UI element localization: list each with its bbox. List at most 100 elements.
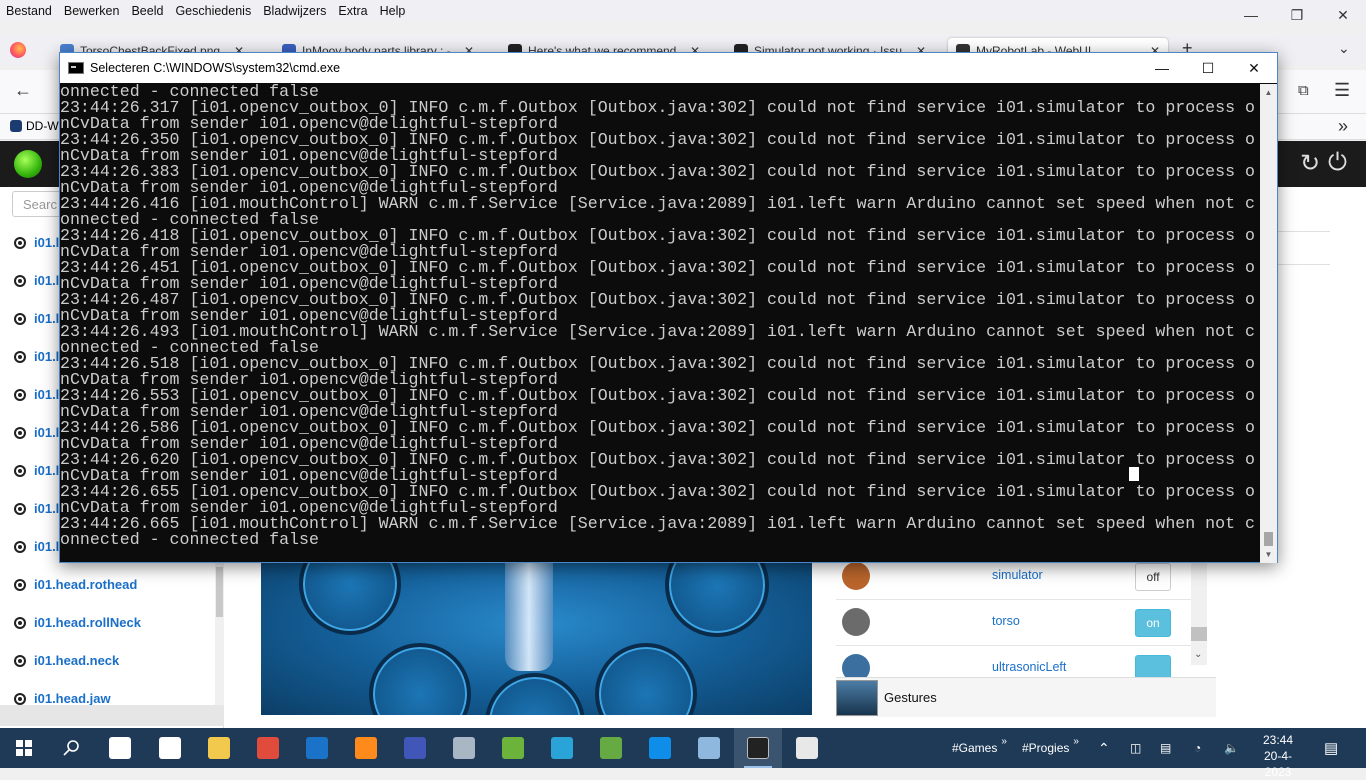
service-gear-icon xyxy=(14,616,26,629)
arm-control-icon[interactable] xyxy=(299,563,401,635)
green-app-icon[interactable] xyxy=(489,728,537,768)
cmd-glyph xyxy=(747,737,769,759)
chart-app-icon[interactable] xyxy=(587,728,635,768)
menu-item-6[interactable]: Help xyxy=(374,4,412,18)
sidebar-service-item[interactable]: i01.head.neck xyxy=(14,653,119,668)
tray-label-progies[interactable]: #Progies» xyxy=(1022,728,1079,768)
java-icon[interactable] xyxy=(783,728,831,768)
firefox-logo-icon[interactable] xyxy=(10,42,26,58)
minimize-icon[interactable]: — xyxy=(1228,0,1274,30)
sidebar-service-item[interactable]: i01.l xyxy=(14,539,59,554)
power-icon[interactable]: ⏻ xyxy=(1328,149,1347,177)
restore-icon[interactable]: ❐ xyxy=(1274,0,1320,30)
service-gear-icon xyxy=(14,578,26,591)
chrome-icon[interactable] xyxy=(244,728,292,768)
close-icon[interactable]: ✕ xyxy=(1320,0,1366,30)
scroll-down-icon[interactable]: ▼ xyxy=(1260,546,1277,563)
sidebar-service-item[interactable]: i01.l xyxy=(14,311,59,326)
service-avatar-icon xyxy=(842,608,870,636)
task-view-icon[interactable] xyxy=(96,728,144,768)
bookmark-item[interactable]: DD-W xyxy=(10,119,59,133)
menu-item-1[interactable]: Bewerken xyxy=(58,4,126,18)
menu-item-5[interactable]: Extra xyxy=(332,4,373,18)
service-name[interactable]: ultrasonicLeft xyxy=(992,660,1066,674)
sidebar-service-item[interactable]: i01.l xyxy=(14,235,59,250)
service-name[interactable]: simulator xyxy=(992,568,1043,582)
service-toggle-button[interactable]: on xyxy=(1135,609,1171,637)
cmd-icon[interactable] xyxy=(734,728,782,768)
firefox-icon[interactable] xyxy=(342,728,390,768)
sidebar-service-item[interactable]: i01.l xyxy=(14,425,59,440)
scroll-up-icon[interactable]: ▲ xyxy=(1260,84,1277,101)
sidebar-item-label: i01.head.rollNeck xyxy=(34,615,141,630)
cmd-window[interactable]: Selecteren C:\WINDOWS\system32\cmd.exe —… xyxy=(59,52,1278,563)
tray-wifi-icon[interactable]: ◔ xyxy=(1194,728,1201,768)
sidebar-item-label: i01.head.jaw xyxy=(34,691,111,706)
sidebar-item-label: i01.l xyxy=(34,387,60,402)
service-name[interactable]: torso xyxy=(992,614,1020,628)
legs-control-icon[interactable] xyxy=(485,673,585,715)
menu-item-4[interactable]: Bladwijzers xyxy=(257,4,332,18)
mouse-cursor-block xyxy=(1129,467,1139,481)
maximize-icon[interactable]: ☐ xyxy=(1185,53,1231,83)
close-icon[interactable]: ✕ xyxy=(1231,53,1277,83)
notifications-icon[interactable]: ▤ xyxy=(1324,728,1338,768)
sidebar-service-item[interactable]: i01.head.rothead xyxy=(14,577,137,592)
scroll-thumb[interactable] xyxy=(1264,532,1273,546)
sidebar-service-item[interactable]: i01.l xyxy=(14,273,59,288)
head-control-icon[interactable] xyxy=(665,563,769,637)
sidebar-service-item[interactable]: i01.head.jaw xyxy=(14,691,111,706)
sensor-control-icon[interactable] xyxy=(369,643,471,715)
c-app-icon[interactable] xyxy=(538,728,586,768)
menu-icon[interactable]: ☰ xyxy=(1334,80,1350,101)
tray-label-games[interactable]: #Games» xyxy=(952,728,1007,768)
sidebar-horizontal-scrollbar[interactable] xyxy=(0,705,224,726)
clock[interactable]: 23:44 20-4-2023 xyxy=(1253,732,1303,780)
more-bookmarks-icon[interactable]: » xyxy=(1338,116,1348,137)
save-app-icon[interactable] xyxy=(391,728,439,768)
menu-item-2[interactable]: Beeld xyxy=(125,4,169,18)
cmd-titlebar[interactable]: Selecteren C:\WINDOWS\system32\cmd.exe —… xyxy=(60,53,1277,83)
sidebar-service-item[interactable]: i01.l xyxy=(14,463,59,478)
windows-taskbar: #Games» #Progies» ⌃ ◫ ▤ ◔ 🔈 23:44 20-4-2… xyxy=(0,728,1366,779)
green-app-glyph xyxy=(502,737,524,759)
sidebar-item-label: i01.l xyxy=(34,273,60,288)
firefox-menubar: Bestand Bewerken Beeld Geschiedenis Bladwijz… xyxy=(0,0,1366,22)
paint-icon[interactable] xyxy=(685,728,733,768)
tray-volume-icon[interactable]: 🔈 xyxy=(1224,728,1239,768)
tab-list-icon[interactable]: ⌄ xyxy=(1338,40,1350,57)
menu-item-3[interactable]: Geschiedenis xyxy=(169,4,257,18)
cmd-output[interactable]: onnected - connected false 23:44:26.317 [… xyxy=(60,84,1260,563)
task-view-glyph xyxy=(109,737,131,759)
sidebar-service-item[interactable]: i01.l xyxy=(14,349,59,364)
back-icon[interactable]: ← xyxy=(14,80,32,101)
robot-figure xyxy=(505,563,553,671)
start-icon[interactable] xyxy=(0,728,48,768)
service-toggle-button[interactable]: off xyxy=(1135,563,1171,591)
scanner-icon[interactable] xyxy=(440,728,488,768)
scroll-down-icon[interactable]: ⌄ xyxy=(1194,649,1202,660)
extensions-icon[interactable]: ⧉ xyxy=(1298,82,1309,99)
gestures-panel[interactable]: Gestures xyxy=(836,677,1216,717)
search-icon[interactable] xyxy=(48,728,96,768)
outlook-icon[interactable] xyxy=(293,728,341,768)
minimize-icon[interactable]: — xyxy=(1139,53,1185,83)
settings-control-icon[interactable] xyxy=(595,643,697,715)
security-icon[interactable] xyxy=(146,728,194,768)
service-list-scrollbar[interactable]: ⌄ xyxy=(1191,553,1207,665)
chrome-glyph xyxy=(257,737,279,759)
sidebar-service-item[interactable]: i01.head.rollNeck xyxy=(14,615,141,630)
service-gear-icon xyxy=(14,692,26,705)
tray-overflow-icon[interactable]: ⌃ xyxy=(1098,728,1110,768)
sidebar-service-item[interactable]: i01.l xyxy=(14,387,59,402)
teamviewer-icon[interactable] xyxy=(636,728,684,768)
tray-device-icon[interactable]: ◫ xyxy=(1130,728,1141,768)
sidebar-item-label: i01.l xyxy=(34,311,60,326)
tray-network-icon[interactable]: ▤ xyxy=(1160,728,1171,768)
refresh-icon[interactable]: ↻ xyxy=(1300,149,1320,178)
sidebar-service-item[interactable]: i01.l xyxy=(14,501,59,516)
menu-item-0[interactable]: Bestand xyxy=(0,4,58,18)
file-explorer-icon[interactable] xyxy=(195,728,243,768)
cmd-scrollbar[interactable]: ▲ ▼ xyxy=(1260,84,1277,563)
scroll-thumb[interactable] xyxy=(1191,627,1207,641)
